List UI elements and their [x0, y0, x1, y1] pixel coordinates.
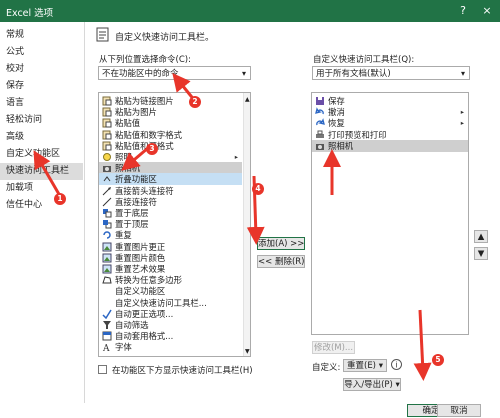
annotation-badge-3: 3 — [146, 143, 158, 155]
annotation-badge-1: 1 — [54, 193, 66, 205]
annotation-arrow — [33, 150, 62, 197]
annotation-badge-5: 5 — [432, 354, 444, 366]
annotation-overlay — [33, 73, 432, 381]
annotation-badge-2: 2 — [189, 96, 201, 108]
annotation-badge-4: 4 — [252, 183, 264, 195]
cancel-button[interactable]: 取消 — [437, 404, 481, 417]
annotation-arrow — [121, 146, 149, 171]
annotation-arrow — [413, 309, 432, 381]
